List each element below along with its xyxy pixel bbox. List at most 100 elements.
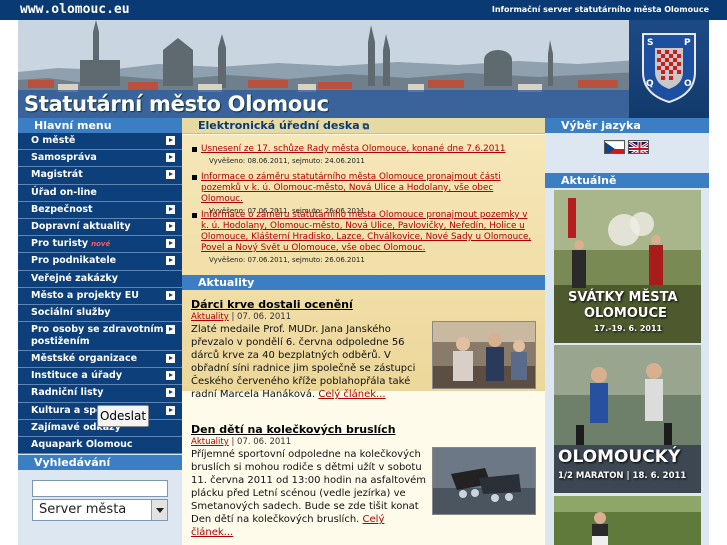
festival-dates: 17.-19. 6. 2011 <box>594 324 663 333</box>
notice-board-title[interactable]: Elektronická úřední deska <box>198 119 360 132</box>
submenu-arrow-icon[interactable] <box>166 405 175 415</box>
search-submit-button[interactable]: Odeslat <box>97 405 149 427</box>
notice-board-heading[interactable]: Elektronická úřední deska ⧉ <box>182 118 545 134</box>
article-photo <box>432 447 536 515</box>
menu-item-label: Aquapark Olomouc <box>31 439 133 450</box>
menu-item[interactable]: Veřejné zakázky <box>18 270 182 288</box>
search-form: Server města <box>18 470 182 527</box>
menu-item[interactable]: Samospráva <box>18 150 182 168</box>
main-menu-heading: Hlavní menu <box>18 118 182 133</box>
site-subtitle: Informační server statutárního města Olo… <box>491 5 709 14</box>
ceremony-photo-image <box>433 322 535 388</box>
external-link-icon: ⧉ <box>362 122 370 132</box>
notice-link[interactable]: Informace o záměru statutárního města Ol… <box>201 210 532 254</box>
submenu-arrow-icon[interactable] <box>166 204 175 214</box>
submenu-arrow-icon[interactable] <box>166 153 175 163</box>
notice-item: Usnesení ze 17. schůze Rady města Olomou… <box>192 144 532 165</box>
search-input[interactable] <box>32 480 168 498</box>
article-date: 07. 06. 2011 <box>237 312 292 322</box>
menu-item[interactable]: Městské organizace <box>18 351 182 369</box>
submenu-arrow-icon[interactable] <box>166 290 175 300</box>
sport-photo-image <box>554 496 701 545</box>
menu-item-label: Veřejné zakázky <box>31 272 118 284</box>
city-crest-icon: S P Q O <box>642 33 696 104</box>
submenu-arrow-icon[interactable] <box>166 221 175 231</box>
marathon-date: 1/2 MARATON | 18. 6. 2011 <box>558 471 687 481</box>
submenu-arrow-icon[interactable] <box>166 325 175 335</box>
site-title-light: Statutární město <box>24 92 221 116</box>
bullet-icon <box>192 175 197 180</box>
article-perex: Příjemné sportovní odpoledne na kolečkov… <box>191 449 427 525</box>
menu-item-label: Pro podnikatele <box>31 255 117 267</box>
menu-item[interactable]: Město a projekty EU <box>18 287 182 305</box>
article-category-link[interactable]: Aktuality <box>191 437 229 447</box>
header-banner: Statutární město Olomouc S P Q O <box>18 20 709 118</box>
menu-item[interactable]: Úřad on-line <box>18 184 182 202</box>
half-marathon-banner[interactable]: OLOMOUCKÝ 1/2 MARATON | 18. 6. 2011 <box>554 345 701 493</box>
search-scope-value: Server města <box>39 502 127 518</box>
article-category-link[interactable]: Aktuality <box>191 312 229 322</box>
site-title: Statutární město Olomouc <box>24 92 329 116</box>
czech-flag-icon[interactable] <box>604 140 625 154</box>
notice-meta: Vyvěšeno: 07.06.2011, sejmuto: 26.06.201… <box>209 256 365 264</box>
czech-flag-image <box>605 142 624 153</box>
notice-link[interactable]: Usnesení ze 17. schůze Rady města Olomou… <box>201 144 532 155</box>
english-flag-icon[interactable] <box>628 140 649 154</box>
rollerblades-photo-image <box>433 448 535 514</box>
current-news-heading: Aktuálně <box>545 173 709 188</box>
menu-item[interactable]: Magistrát <box>18 167 182 185</box>
menu-item[interactable]: Radniční listy <box>18 385 182 403</box>
page: www.olomouc.eu Informační server statutá… <box>0 0 727 545</box>
search-scope-select[interactable]: Server města <box>32 499 168 522</box>
article-photo <box>432 321 536 389</box>
crest-letter-o: O <box>684 79 692 89</box>
submenu-arrow-icon[interactable] <box>166 371 175 381</box>
chevron-down-icon[interactable] <box>151 500 167 521</box>
menu-item[interactable]: Pro turisty nové <box>18 236 182 254</box>
menu-item[interactable]: Pro osoby se zdravotním postižením <box>18 322 182 352</box>
submenu-arrow-icon[interactable] <box>166 136 175 145</box>
article-title[interactable]: Dárci krve dostali ocenění <box>191 298 536 311</box>
crest-letter-q: Q <box>646 79 654 89</box>
menu-item[interactable]: Aquapark Olomouc <box>18 437 182 455</box>
news-article: Dárci krve dostali ocenění Aktuality | 0… <box>191 298 536 401</box>
festival-title-city: OLOMOUCE <box>584 306 667 321</box>
menu-item-label: O městě <box>31 135 76 146</box>
notice-item: Informace o záměru statutárního města Ol… <box>192 210 532 264</box>
menu-item-label: Magistrát <box>31 169 83 181</box>
right-column: Výběr jazyka Aktuálně SVÁTKY MĚSTA OLOMO… <box>545 118 709 545</box>
sport-banner[interactable] <box>554 496 701 545</box>
left-column: Hlavní menu O městě Samospráva Magistrát Úř… <box>18 118 182 545</box>
menu-item[interactable]: Dopravní aktuality <box>18 218 182 237</box>
menu-item-label: Instituce a úřady <box>31 370 123 382</box>
article-title[interactable]: Den dětí na kolečkových bruslích <box>191 423 536 436</box>
submenu-arrow-icon[interactable] <box>166 354 175 364</box>
menu-item[interactable]: Instituce a úřady <box>18 368 182 386</box>
new-badge: nové <box>91 240 111 249</box>
submenu-arrow-icon[interactable] <box>166 170 175 180</box>
language-switcher <box>545 133 709 163</box>
site-url[interactable]: www.olomouc.eu <box>20 2 130 17</box>
menu-item[interactable]: Bezpečnost <box>18 201 182 219</box>
menu-item-label: Úřad on-line <box>31 186 97 198</box>
crest-letter-s: S <box>647 38 653 48</box>
bullet-icon <box>192 213 197 218</box>
menu-item[interactable]: Pro podnikatele <box>18 253 182 271</box>
menu-item-label: Samospráva <box>31 152 97 164</box>
submenu-arrow-icon[interactable] <box>166 256 175 266</box>
read-more-link[interactable]: Celý článek... <box>318 389 385 400</box>
uk-flag-image <box>629 141 648 153</box>
menu-item[interactable]: O městě <box>18 133 182 151</box>
site-title-city: Olomouc <box>227 92 329 116</box>
menu-item[interactable]: Sociální služby <box>18 304 182 323</box>
top-bar: www.olomouc.eu Informační server statutá… <box>0 0 727 20</box>
article-date: 07. 06. 2011 <box>237 437 292 447</box>
news-heading: Aktuality <box>182 275 545 290</box>
notice-link[interactable]: Informace o záměru statutárního města Ol… <box>201 172 532 205</box>
submenu-arrow-icon[interactable] <box>166 388 175 398</box>
city-festival-banner[interactable]: SVÁTKY MĚSTA OLOMOUCE 17.-19. 6. 2011 <box>554 190 701 343</box>
bullet-icon <box>192 147 197 152</box>
submenu-arrow-icon[interactable] <box>166 239 175 249</box>
crest-area: S P Q O <box>629 20 709 118</box>
menu-item-label: Bezpečnost <box>31 203 93 215</box>
